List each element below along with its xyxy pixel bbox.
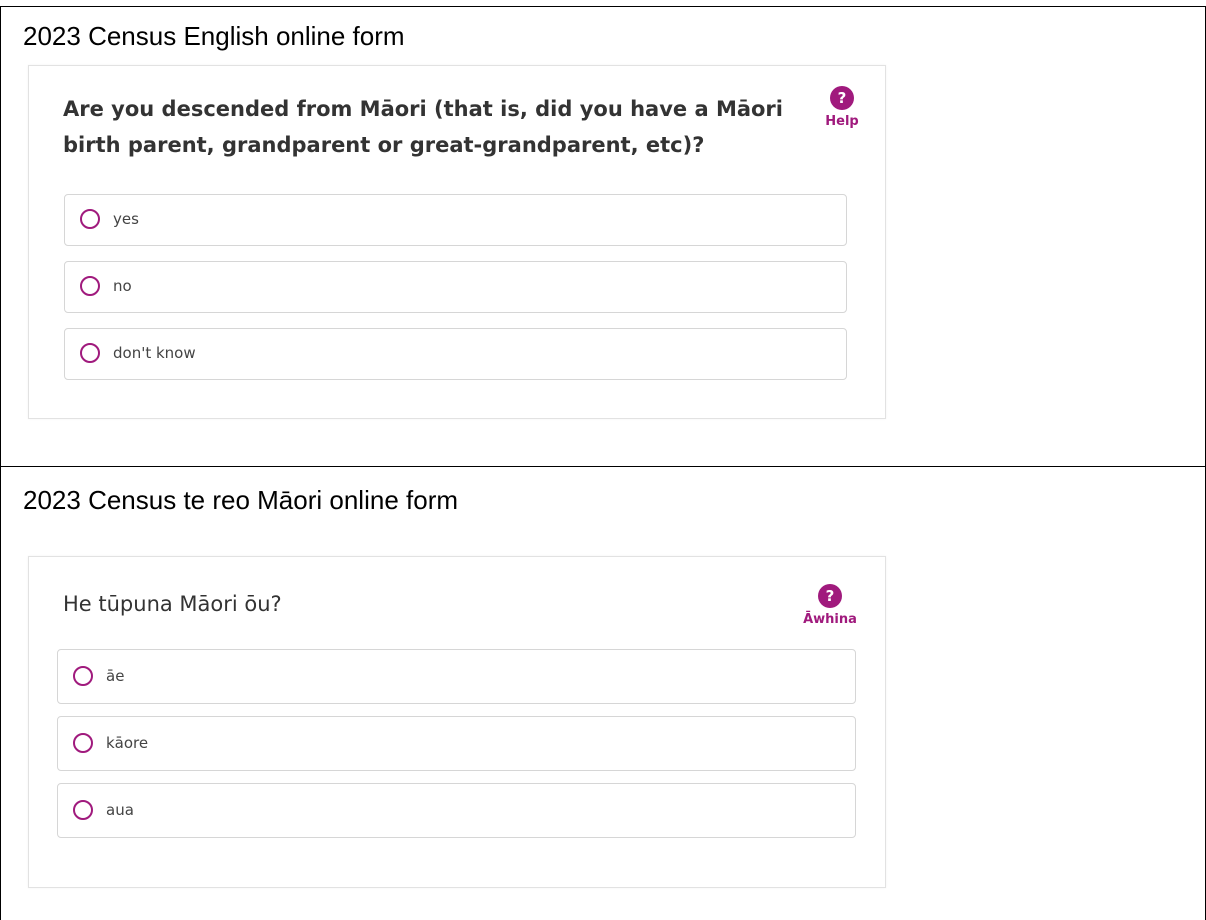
option-dont-know[interactable]: don't know bbox=[64, 328, 847, 380]
maori-form-caption: 2023 Census te reo Māori online form bbox=[23, 485, 459, 515]
option-label: yes bbox=[113, 210, 139, 228]
option-label: aua bbox=[106, 801, 134, 819]
option-label: kāore bbox=[106, 734, 149, 752]
radio-icon[interactable] bbox=[80, 209, 100, 229]
help-label: Help bbox=[825, 114, 859, 129]
option-no[interactable]: no bbox=[64, 261, 847, 313]
option-aua[interactable]: aua bbox=[57, 783, 856, 838]
option-ae[interactable]: āe bbox=[57, 649, 856, 704]
comparison-table: 2023 Census English online form Are you … bbox=[0, 0, 1206, 920]
english-help-button[interactable]: ? Help bbox=[817, 86, 867, 129]
english-question-panel: Are you descended from Māori (that is, d… bbox=[28, 65, 886, 419]
option-label: āe bbox=[106, 667, 125, 685]
maori-question-text: He tūpuna Māori ōu? bbox=[63, 592, 282, 616]
maori-form-cell: 2023 Census te reo Māori online form He … bbox=[0, 467, 1206, 920]
english-form-cell: 2023 Census English online form Are you … bbox=[0, 6, 1206, 467]
radio-icon[interactable] bbox=[73, 666, 93, 686]
help-icon: ? bbox=[818, 584, 842, 608]
help-icon: ? bbox=[830, 86, 854, 110]
option-label: no bbox=[113, 277, 132, 295]
option-kaore[interactable]: kāore bbox=[57, 716, 856, 771]
radio-icon[interactable] bbox=[80, 343, 100, 363]
english-form-caption: 2023 Census English online form bbox=[23, 21, 405, 51]
radio-icon[interactable] bbox=[73, 800, 93, 820]
radio-icon[interactable] bbox=[80, 276, 100, 296]
maori-help-button[interactable]: ? Āwhina bbox=[795, 584, 865, 627]
help-label: Āwhina bbox=[803, 612, 857, 627]
radio-icon[interactable] bbox=[73, 733, 93, 753]
option-yes[interactable]: yes bbox=[64, 194, 847, 246]
option-label: don't know bbox=[113, 344, 196, 362]
english-question-text: Are you descended from Māori (that is, d… bbox=[63, 97, 783, 157]
maori-question-panel: He tūpuna Māori ōu? ? Āwhina āe kāore au… bbox=[28, 556, 886, 888]
